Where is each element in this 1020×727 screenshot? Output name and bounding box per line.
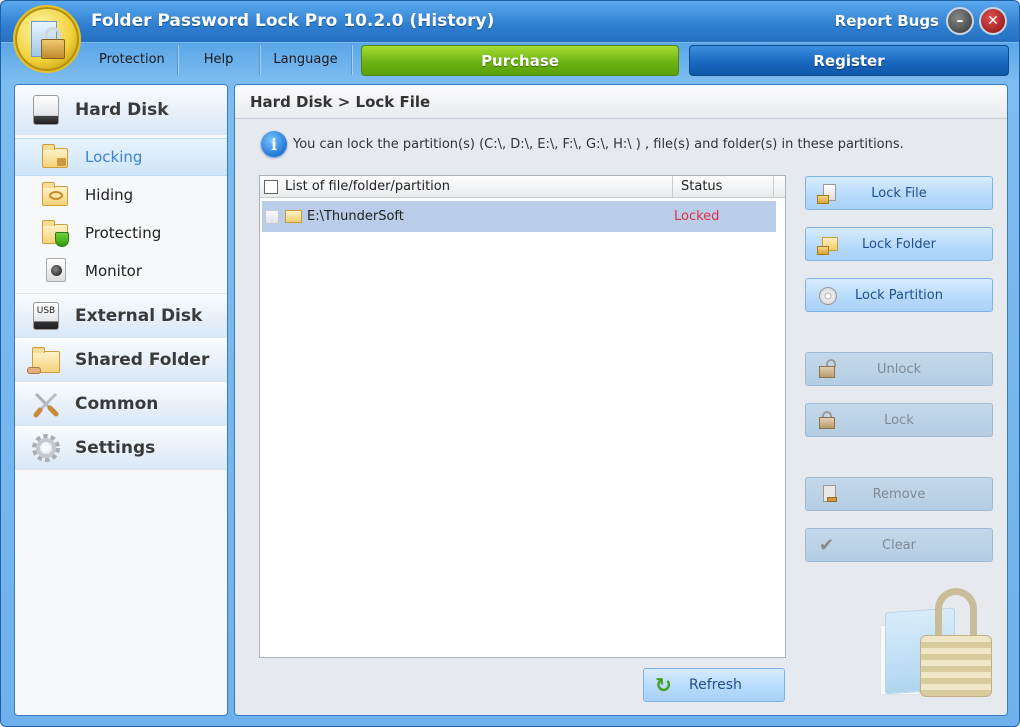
sidebar-category-label: Shared Folder — [75, 349, 210, 370]
sidebar-item-label: Hiding — [85, 186, 134, 204]
button-label: Refresh — [689, 677, 742, 693]
column-name-label: List of file/folder/partition — [285, 179, 450, 194]
select-all-checkbox[interactable] — [264, 179, 278, 194]
button-label: Lock Folder — [862, 236, 936, 252]
sidebar-category-external-disk[interactable]: USB External Disk — [15, 294, 227, 338]
hard-disk-icon — [31, 94, 61, 125]
sidebar-item-label: Protecting — [85, 224, 162, 242]
item-status: Locked — [674, 209, 720, 224]
folder-shield-icon — [42, 220, 70, 247]
sidebar-category-label: Hard Disk — [75, 99, 169, 120]
register-button[interactable]: Register — [689, 45, 1009, 76]
unlock-button[interactable]: Unlock — [805, 352, 993, 386]
minimize-button[interactable]: – — [946, 7, 974, 35]
remove-button[interactable]: Remove — [805, 477, 993, 511]
title-bar[interactable]: Folder Password Lock Pro 10.2.0 (History… — [1, 1, 1019, 43]
button-label: Lock — [884, 412, 914, 428]
sidebar-category-hard-disk[interactable]: Hard Disk — [15, 85, 227, 135]
menu-bar: Protection Help Language — [85, 45, 352, 75]
lock-button[interactable]: Lock — [805, 403, 993, 437]
column-header-name[interactable]: List of file/folder/partition — [260, 176, 673, 197]
sidebar-item-locking[interactable]: Locking — [15, 138, 227, 176]
file-list[interactable]: List of file/folder/partition Status E:\… — [259, 175, 786, 658]
sidebar-category-common[interactable]: Common — [15, 382, 227, 426]
menu-language[interactable]: Language — [260, 45, 352, 75]
hard-disk-subitems: Locking Hiding Protecting Monitor — [15, 135, 227, 294]
tools-icon — [31, 389, 61, 419]
lock-partition-button[interactable]: Lock Partition — [805, 278, 993, 312]
list-header: List of file/folder/partition Status — [260, 176, 785, 198]
row-checkbox[interactable] — [265, 209, 279, 224]
close-icon: ✕ — [987, 13, 999, 29]
info-text: You can lock the partition(s) (C:\, D:\,… — [293, 136, 904, 152]
folder-hide-icon — [42, 182, 70, 208]
breadcrumb: Hard Disk > Lock File — [235, 85, 1007, 119]
list-item[interactable]: E:\ThunderSoft Locked — [262, 201, 776, 232]
menu-help[interactable]: Help — [178, 45, 261, 75]
info-icon: i — [261, 131, 287, 157]
purchase-button[interactable]: Purchase — [361, 45, 679, 76]
sidebar-category-shared-folder[interactable]: Shared Folder — [15, 338, 227, 382]
sidebar-category-label: Common — [75, 393, 159, 414]
monitor-camera-icon — [42, 258, 70, 284]
lock-folder-button[interactable]: Lock Folder — [805, 227, 993, 261]
folder-lock-icon — [42, 144, 70, 170]
folder-icon — [285, 210, 302, 223]
sidebar-item-label: Locking — [85, 148, 143, 166]
clear-button[interactable]: ✔ Clear — [805, 528, 993, 562]
info-message: i You can lock the partition(s) (C:\, D:… — [261, 131, 904, 157]
button-label: Lock File — [871, 185, 927, 201]
window-title: Folder Password Lock Pro 10.2.0 (History… — [91, 11, 495, 31]
sidebar-item-monitor[interactable]: Monitor — [15, 252, 227, 290]
shared-folder-icon — [27, 345, 61, 375]
main-panel: Hard Disk > Lock File i You can lock the… — [234, 84, 1008, 716]
sidebar-item-hiding[interactable]: Hiding — [15, 176, 227, 214]
menu-protection[interactable]: Protection — [85, 45, 178, 75]
sidebar: Hard Disk Locking Hiding Protecting Moni… — [14, 84, 228, 716]
button-label: Remove — [872, 486, 926, 502]
report-bugs-link[interactable]: Report Bugs — [835, 12, 939, 30]
sidebar-category-label: Settings — [75, 437, 156, 458]
sidebar-item-label: Monitor — [85, 262, 143, 280]
gear-icon — [31, 433, 61, 463]
sidebar-category-settings[interactable]: Settings — [15, 426, 227, 470]
usb-drive-icon: USB — [31, 301, 61, 331]
sidebar-category-label: External Disk — [75, 305, 203, 326]
button-label: Unlock — [877, 361, 921, 377]
close-button[interactable]: ✕ — [979, 7, 1007, 35]
app-window: Folder Password Lock Pro 10.2.0 (History… — [0, 0, 1020, 727]
refresh-icon: ↻ — [655, 673, 672, 697]
column-header-status[interactable]: Status — [673, 176, 774, 197]
button-label: Lock Partition — [855, 287, 943, 303]
button-label: Clear — [882, 537, 916, 553]
lock-file-button[interactable]: Lock File — [805, 176, 993, 210]
sidebar-item-protecting[interactable]: Protecting — [15, 214, 227, 252]
refresh-button[interactable]: ↻ Refresh — [643, 668, 785, 702]
app-logo-icon — [13, 5, 81, 73]
minimize-icon: – — [956, 13, 964, 29]
item-path: E:\ThunderSoft — [307, 209, 404, 224]
folder-padlock-illustration — [880, 585, 995, 705]
